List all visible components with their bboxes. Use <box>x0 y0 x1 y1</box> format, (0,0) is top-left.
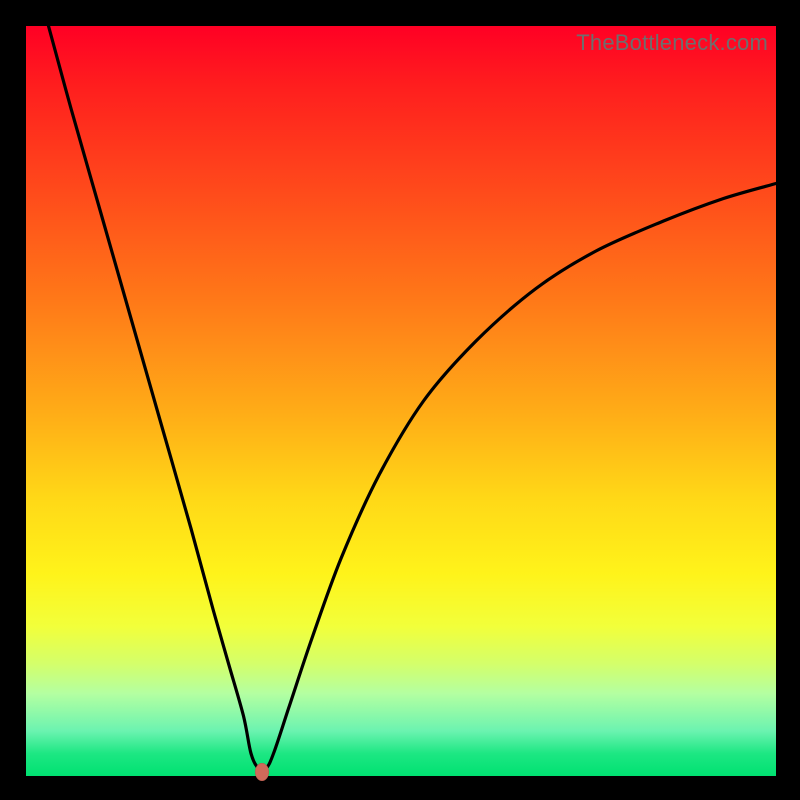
bottleneck-curve <box>26 26 776 776</box>
minimum-marker-icon <box>255 763 269 781</box>
curve-path <box>49 26 777 770</box>
plot-area: TheBottleneck.com <box>26 26 776 776</box>
chart-frame: TheBottleneck.com <box>0 0 800 800</box>
